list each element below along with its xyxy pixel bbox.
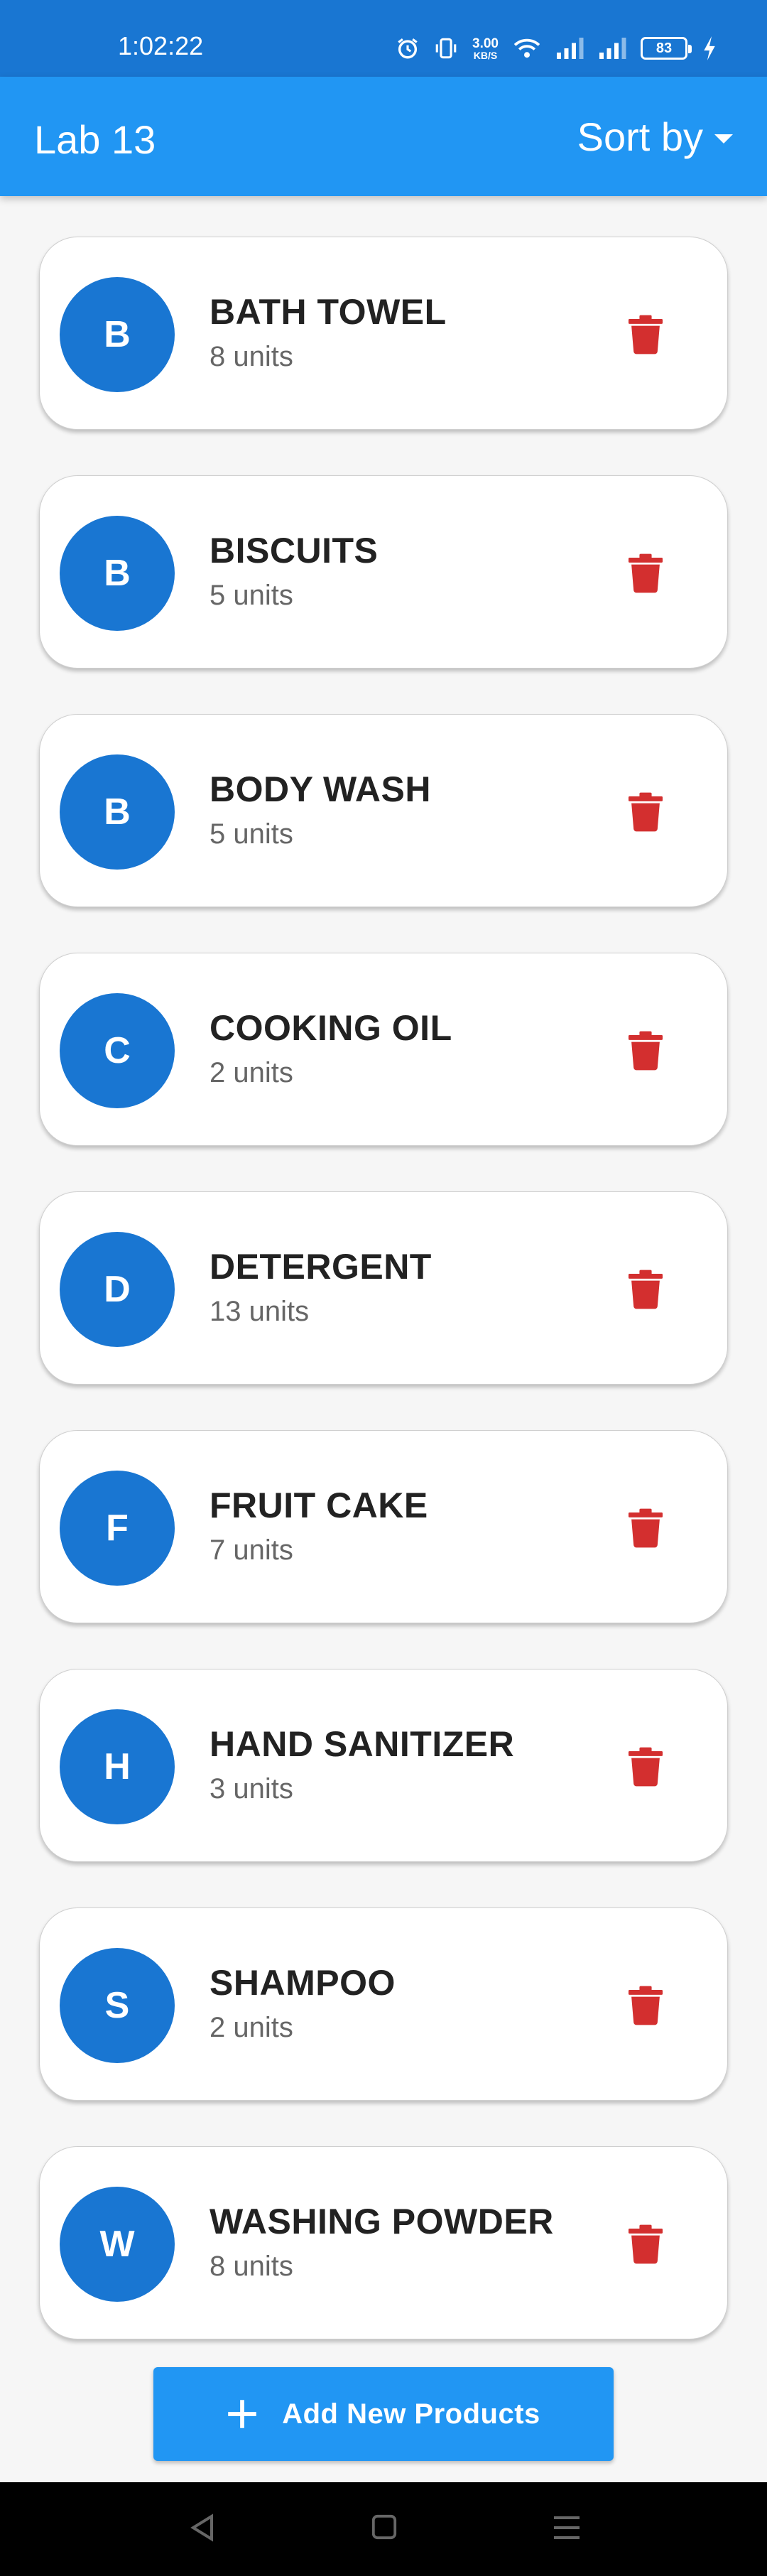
product-name: BODY WASH (210, 769, 431, 809)
product-name: FRUIT CAKE (210, 1485, 428, 1525)
product-card[interactable]: W WASHING POWDER 8 units (39, 2146, 728, 2339)
product-quantity: 3 units (210, 1773, 293, 1804)
wifi-icon (513, 36, 541, 60)
product-avatar: F (60, 1471, 175, 1586)
product-name: SHAMPOO (210, 1963, 396, 2003)
charging-icon (702, 36, 717, 60)
product-name: DETERGENT (210, 1247, 432, 1287)
sort-by-button[interactable]: Sort by (577, 114, 733, 160)
product-avatar: D (60, 1232, 175, 1347)
battery-level: 83 (656, 40, 673, 56)
delete-button[interactable] (621, 310, 670, 359)
product-card[interactable]: D DETERGENT 13 units (39, 1191, 728, 1385)
home-icon[interactable] (371, 2513, 398, 2544)
product-avatar: B (60, 516, 175, 631)
status-time: 1:02:22 (118, 31, 204, 60)
delete-button[interactable] (621, 1981, 670, 2030)
product-name: HAND SANITIZER (210, 1724, 515, 1764)
delete-button[interactable] (621, 1265, 670, 1314)
product-card[interactable]: B BISCUITS 5 units (39, 475, 728, 669)
delete-button[interactable] (621, 1503, 670, 1553)
trash-icon (629, 553, 663, 593)
delete-button[interactable] (621, 548, 670, 598)
back-icon[interactable] (189, 2513, 214, 2545)
alarm-icon (396, 36, 420, 60)
trash-icon (629, 792, 663, 832)
product-quantity: 5 units (210, 580, 293, 611)
add-new-products-label: Add New Products (282, 2398, 540, 2430)
trash-icon (629, 1508, 663, 1548)
product-quantity: 13 units (210, 1296, 310, 1327)
plus-icon (228, 2400, 257, 2428)
product-name: BATH TOWEL (210, 292, 447, 332)
status-bar: 1:02:22 3.00 KB/S 83 (0, 0, 767, 77)
status-icons: 3.00 KB/S 83 (396, 34, 717, 63)
delete-button[interactable] (621, 1742, 670, 1792)
delete-button[interactable] (621, 1026, 670, 1076)
product-card[interactable]: H HAND SANITIZER 3 units (39, 1669, 728, 1862)
product-quantity: 2 units (210, 1057, 293, 1088)
product-card[interactable]: S SHAMPOO 2 units (39, 1907, 728, 2101)
sort-by-label: Sort by (577, 114, 703, 159)
system-nav-bar (0, 2482, 767, 2576)
trash-icon (629, 1270, 663, 1309)
product-quantity: 7 units (210, 1535, 293, 1566)
battery-icon: 83 (641, 37, 692, 60)
product-quantity: 8 units (210, 2251, 293, 2282)
network-speed-unit: KB/S (473, 49, 498, 61)
signal-icon (555, 38, 584, 59)
trash-icon (629, 2224, 663, 2264)
caret-down-icon (714, 134, 733, 144)
product-name: BISCUITS (210, 531, 379, 570)
product-card[interactable]: B BATH TOWEL 8 units (39, 237, 728, 430)
product-avatar: B (60, 754, 175, 870)
product-avatar: H (60, 1709, 175, 1824)
product-card[interactable]: F FRUIT CAKE 7 units (39, 1430, 728, 1623)
trash-icon (629, 1986, 663, 2025)
product-avatar: S (60, 1948, 175, 2063)
add-new-products-button[interactable]: Add New Products (153, 2367, 614, 2461)
product-quantity: 5 units (210, 818, 293, 850)
delete-button[interactable] (621, 2219, 670, 2269)
product-avatar: B (60, 277, 175, 392)
app-bar: Lab 13 Sort by (0, 77, 767, 196)
product-name: WASHING POWDER (210, 2202, 554, 2241)
delete-button[interactable] (621, 787, 670, 837)
trash-icon (629, 1031, 663, 1071)
page-title: Lab 13 (34, 117, 156, 162)
product-card[interactable]: B BODY WASH 5 units (39, 714, 728, 907)
recents-icon[interactable] (553, 2515, 581, 2544)
product-avatar: C (60, 993, 175, 1108)
signal-icon (598, 38, 626, 59)
network-speed-value: 3.00 (472, 36, 499, 51)
vibrate-icon (434, 36, 458, 60)
trash-icon (629, 315, 663, 355)
trash-icon (629, 1747, 663, 1787)
product-quantity: 8 units (210, 341, 293, 372)
product-quantity: 2 units (210, 2012, 293, 2043)
product-name: COOKING OIL (210, 1008, 452, 1048)
network-speed: 3.00 KB/S (472, 37, 499, 60)
product-card[interactable]: C COOKING OIL 2 units (39, 953, 728, 1146)
product-avatar: W (60, 2187, 175, 2302)
